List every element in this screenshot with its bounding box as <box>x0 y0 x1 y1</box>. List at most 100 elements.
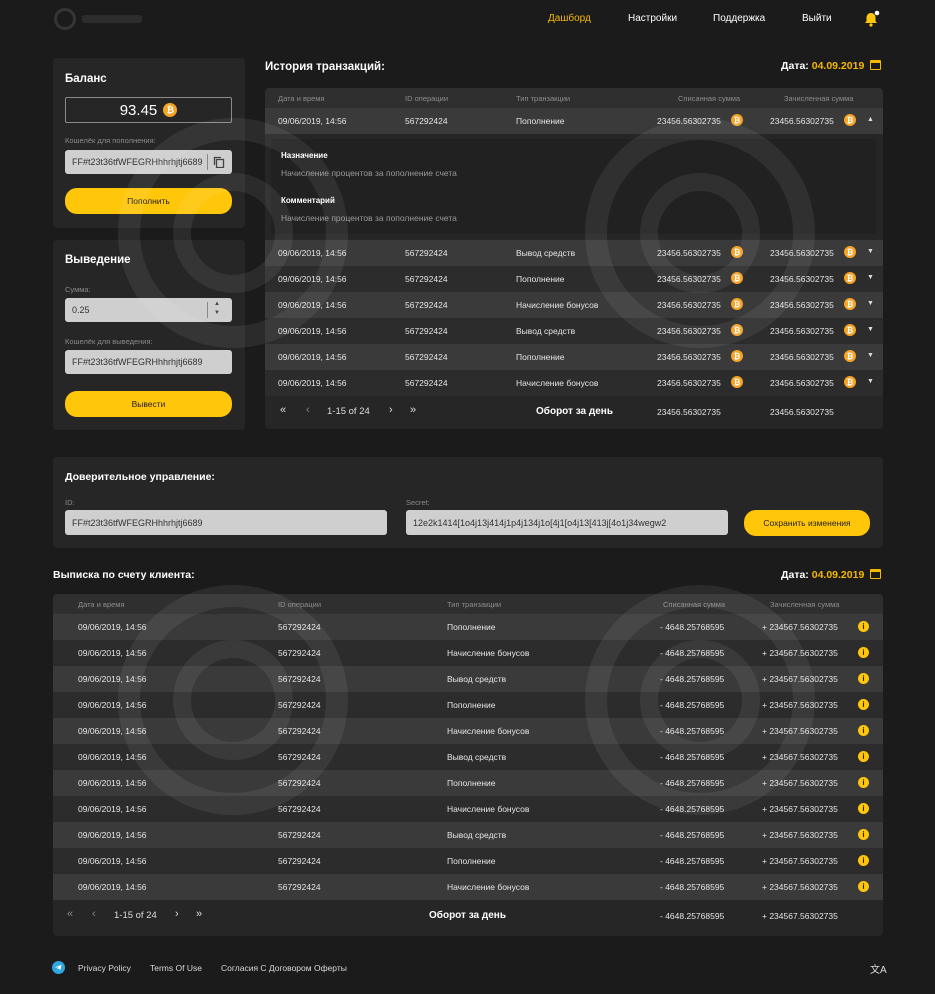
turnover-debit: 23456.56302735 <box>657 407 721 417</box>
info-icon[interactable]: i <box>858 699 869 710</box>
copy-icon[interactable] <box>213 156 225 168</box>
table-row[interactable]: 09/06/2019, 14:56 567292424 Пополнение -… <box>53 848 883 874</box>
info-icon[interactable]: i <box>858 803 869 814</box>
cell-type: Пополнение <box>516 116 565 126</box>
cell-id: 567292424 <box>278 856 321 866</box>
nav-logout[interactable]: Выйти <box>802 13 832 24</box>
info-icon[interactable]: i <box>858 777 869 788</box>
col-datetime: Дата и время <box>278 94 325 103</box>
table-row[interactable]: 09/06/2019, 14:56 567292424 Начисление б… <box>265 292 883 318</box>
nav-support[interactable]: Поддержка <box>713 13 765 24</box>
table-row[interactable]: 09/06/2019, 14:56 567292424 Пополнение -… <box>53 692 883 718</box>
withdraw-button[interactable]: Вывести <box>65 391 232 417</box>
table-row[interactable]: 09/06/2019, 14:56 567292424 Пополнение 2… <box>265 266 883 292</box>
trust-secret-field[interactable]: 12e2k1414[1o4j13j414j1p4j134j1o[4j1[o4j1… <box>406 510 728 535</box>
table-row[interactable]: 09/06/2019, 14:56 567292424 Начисление б… <box>53 718 883 744</box>
balance-title: Баланс <box>65 73 107 85</box>
table-row[interactable]: 09/06/2019, 14:56 567292424 Начисление б… <box>53 874 883 900</box>
cell-debit: 23456.56302735 <box>657 378 721 388</box>
trust-secret-label: Secret: <box>406 498 430 507</box>
table-row[interactable]: 09/06/2019, 14:56 567292424 Начисление б… <box>53 796 883 822</box>
info-icon[interactable]: i <box>858 621 869 632</box>
table-row[interactable]: 09/06/2019, 14:56 567292424 Вывод средст… <box>53 822 883 848</box>
chevron-down-icon[interactable]: ▼ <box>867 352 874 359</box>
history-title: История транзакций: <box>265 61 385 73</box>
table-row[interactable]: 09/06/2019, 14:56 567292424 Вывод средст… <box>265 318 883 344</box>
bell-icon[interactable] <box>862 10 880 28</box>
info-icon[interactable]: i <box>858 647 869 658</box>
table-row[interactable]: 09/06/2019, 14:56 567292424 Пополнение 2… <box>265 108 883 134</box>
trust-id-field[interactable]: FF#t23t36tfWFEGRHhhrhjtj6689 <box>65 510 387 535</box>
info-icon[interactable]: i <box>858 855 869 866</box>
col-datetime: Дата и время <box>78 600 125 609</box>
last-page-icon[interactable]: » <box>410 404 416 416</box>
cell-type: Вывод средств <box>516 248 576 258</box>
table-row[interactable]: 09/06/2019, 14:56 567292424 Вывод средст… <box>265 240 883 266</box>
info-icon[interactable]: i <box>858 881 869 892</box>
col-transaction-type: Тип транзакции <box>516 94 571 103</box>
telegram-icon[interactable] <box>52 961 65 974</box>
chevron-down-icon[interactable]: ▼ <box>867 326 874 333</box>
prev-page-icon[interactable]: ‹ <box>92 908 96 920</box>
cell-credit: + 234567.56302735 <box>762 700 838 710</box>
cell-credit: 23456.56302735 <box>770 378 834 388</box>
prev-page-icon[interactable]: ‹ <box>306 404 310 416</box>
cell-id: 567292424 <box>278 700 321 710</box>
bitcoin-icon: ₿ <box>844 324 856 336</box>
table-row[interactable]: 09/06/2019, 14:56 567292424 Вывод средст… <box>53 666 883 692</box>
last-page-icon[interactable]: » <box>196 908 202 920</box>
stepper-icon[interactable]: ▲ ▼ <box>214 300 220 318</box>
chevron-down-icon[interactable]: ▼ <box>867 378 874 385</box>
cell-id: 567292424 <box>405 248 448 258</box>
withdraw-wallet-field[interactable]: FF#t23t36tfWFEGRHhhrhjtj6689 <box>65 350 232 374</box>
deposit-button[interactable]: Пополнить <box>65 188 232 214</box>
first-page-icon[interactable]: « <box>280 404 286 416</box>
cell-debit: - 4648.25768595 <box>660 752 725 762</box>
bitcoin-icon: ₿ <box>731 272 743 284</box>
table-row[interactable]: 09/06/2019, 14:56 567292424 Начисление б… <box>265 370 883 396</box>
calendar-icon[interactable] <box>870 569 882 579</box>
cell-type: Пополнение <box>447 622 496 632</box>
nav-settings[interactable]: Настройки <box>628 13 677 24</box>
info-icon[interactable]: i <box>858 725 869 736</box>
table-row[interactable]: 09/06/2019, 14:56 567292424 Пополнение -… <box>53 614 883 640</box>
translate-icon[interactable]: 文A <box>870 961 887 976</box>
first-page-icon[interactable]: « <box>67 908 73 920</box>
statement-date-picker[interactable]: Дата: 04.09.2019 <box>781 569 882 581</box>
cell-type: Вывод средств <box>516 326 576 336</box>
history-table-header: Дата и время ID операции Тип транзакции … <box>265 88 883 108</box>
terms-of-use-link[interactable]: Terms Of Use <box>150 963 202 973</box>
table-row[interactable]: 09/06/2019, 14:56 567292424 Вывод средст… <box>53 744 883 770</box>
bitcoin-icon: ₿ <box>844 246 856 258</box>
cell-date: 09/06/2019, 14:56 <box>278 326 347 336</box>
cell-id: 567292424 <box>278 622 321 632</box>
table-row[interactable]: 09/06/2019, 14:56 567292424 Пополнение 2… <box>265 344 883 370</box>
cell-credit: 23456.56302735 <box>770 326 834 336</box>
save-changes-button[interactable]: Сохранить изменения <box>744 510 870 536</box>
next-page-icon[interactable]: › <box>175 908 179 920</box>
cell-type: Начисление бонусов <box>516 300 599 310</box>
chevron-up-icon[interactable]: ▲ <box>867 116 874 123</box>
withdraw-card: Выведение Сумма: 0.25 ▲ ▼ Кошелёк для выв… <box>53 240 245 430</box>
col-operation-id: ID операции <box>405 94 449 103</box>
calendar-icon[interactable] <box>870 60 882 70</box>
turnover-label: Оборот за день <box>429 910 506 921</box>
chevron-down-icon[interactable]: ▼ <box>867 248 874 255</box>
info-icon[interactable]: i <box>858 829 869 840</box>
cell-debit: - 4648.25768595 <box>660 778 725 788</box>
history-date-picker[interactable]: Дата: 04.09.2019 <box>781 60 882 72</box>
privacy-policy-link[interactable]: Privacy Policy <box>78 963 131 973</box>
offer-agreement-link[interactable]: Согласия С Договором Оферты <box>221 963 347 973</box>
chevron-down-icon[interactable]: ▼ <box>867 274 874 281</box>
logo[interactable] <box>54 6 154 32</box>
next-page-icon[interactable]: › <box>389 404 393 416</box>
info-icon[interactable]: i <box>858 751 869 762</box>
table-row[interactable]: 09/06/2019, 14:56 567292424 Начисление б… <box>53 640 883 666</box>
chevron-down-icon[interactable]: ▼ <box>867 300 874 307</box>
cell-id: 567292424 <box>278 752 321 762</box>
info-icon[interactable]: i <box>858 673 869 684</box>
cell-date: 09/06/2019, 14:56 <box>78 804 147 814</box>
cell-date: 09/06/2019, 14:56 <box>78 726 147 736</box>
table-row[interactable]: 09/06/2019, 14:56 567292424 Пополнение -… <box>53 770 883 796</box>
nav-dashboard[interactable]: Дашборд <box>548 13 591 24</box>
